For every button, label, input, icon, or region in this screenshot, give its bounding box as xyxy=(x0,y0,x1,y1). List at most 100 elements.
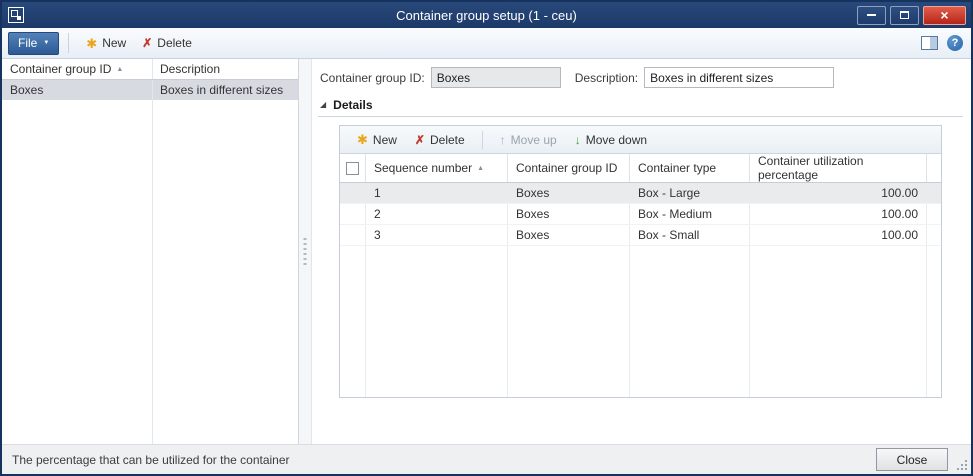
main-toolbar: File ▼ ✱ New ✗ Delete ? xyxy=(2,28,971,59)
left-grid-header: Container group ID ▲ Description xyxy=(2,59,298,80)
toolbar-separator xyxy=(68,33,69,53)
cell-description: Boxes in different sizes xyxy=(152,80,298,100)
cell-container-type: Box - Medium xyxy=(630,204,750,224)
cell-sequence: 2 xyxy=(366,204,508,224)
expander-icon: ◢ xyxy=(320,101,326,109)
toolbar-separator xyxy=(482,131,483,149)
select-all-cell xyxy=(340,154,366,182)
description-label: Description: xyxy=(575,71,638,85)
delete-button[interactable]: ✗ Delete xyxy=(134,32,200,55)
details-grid-header: Sequence number ▲ Container group ID Con… xyxy=(340,154,941,183)
details-new-label: New xyxy=(373,133,397,147)
cell-group-id: Boxes xyxy=(508,183,630,203)
cell-group-id: Boxes xyxy=(508,204,630,224)
new-icon: ✱ xyxy=(357,133,368,146)
select-all-checkbox[interactable] xyxy=(346,162,359,175)
move-down-icon: ↓ xyxy=(575,134,581,146)
cell-group-id: Boxes xyxy=(2,80,152,100)
delete-icon: ✗ xyxy=(415,134,425,146)
move-up-button[interactable]: ↑ Move up xyxy=(491,129,566,151)
minimize-button[interactable] xyxy=(857,6,886,25)
close-button[interactable]: Close xyxy=(876,448,948,471)
row-select-cell[interactable] xyxy=(340,183,366,203)
details-grid-empty-area xyxy=(340,246,941,397)
column-header-label: Container group ID xyxy=(516,161,617,175)
window: Container group setup (1 - ceu) × File ▼… xyxy=(0,0,973,476)
cell-utilization: 100.00 xyxy=(750,183,927,203)
left-grid-column-header-description[interactable]: Description xyxy=(152,59,298,79)
move-down-label: Move down xyxy=(586,133,647,147)
column-header-container-type[interactable]: Container type xyxy=(630,154,750,182)
move-up-label: Move up xyxy=(511,133,557,147)
cell-sequence: 1 xyxy=(366,183,508,203)
left-grid-row[interactable]: Boxes Boxes in different sizes xyxy=(2,80,298,100)
delete-icon: ✗ xyxy=(142,37,152,49)
close-window-button[interactable]: × xyxy=(923,6,966,25)
cell-container-type: Box - Large xyxy=(630,183,750,203)
new-button[interactable]: ✱ New xyxy=(78,32,134,55)
cell-container-type: Box - Small xyxy=(630,225,750,245)
toolbar-right-group: ? xyxy=(921,35,965,51)
row-select-cell[interactable] xyxy=(340,204,366,224)
status-text: The percentage that can be utilized for … xyxy=(12,453,290,467)
row-select-cell[interactable] xyxy=(340,225,366,245)
window-title: Container group setup (1 - ceu) xyxy=(2,8,971,23)
details-toolbar: ✱ New ✗ Delete ↑ Move up ↓ Move down xyxy=(340,126,941,154)
chevron-down-icon: ▼ xyxy=(43,40,49,46)
resize-grip-icon[interactable] xyxy=(965,468,967,470)
column-header-label: Container group ID xyxy=(10,62,111,76)
move-down-button[interactable]: ↓ Move down xyxy=(566,129,656,151)
file-menu-label: File xyxy=(18,36,37,50)
details-group-header[interactable]: ◢ Details xyxy=(318,97,963,117)
delete-button-label: Delete xyxy=(157,36,192,50)
table-row[interactable]: 1 Boxes Box - Large 100.00 xyxy=(340,183,941,204)
sort-ascending-icon: ▲ xyxy=(477,165,484,172)
details-grid: Sequence number ▲ Container group ID Con… xyxy=(340,154,941,397)
column-header-label: Sequence number xyxy=(374,161,472,175)
app-icon xyxy=(8,7,24,23)
left-grid-panel: Container group ID ▲ Description Boxes B… xyxy=(2,59,299,444)
minimize-icon xyxy=(867,14,876,16)
cell-spacer xyxy=(927,183,943,203)
panel-splitter[interactable] xyxy=(299,59,312,444)
table-row[interactable]: 2 Boxes Box - Medium 100.00 xyxy=(340,204,941,225)
column-header-sequence[interactable]: Sequence number ▲ xyxy=(366,154,508,182)
window-controls: × xyxy=(857,6,966,25)
details-new-button[interactable]: ✱ New xyxy=(348,129,406,151)
cell-utilization: 100.00 xyxy=(750,225,927,245)
details-group-title: Details xyxy=(333,98,372,112)
new-icon: ✱ xyxy=(86,37,97,50)
column-header-label: Container utilization percentage xyxy=(758,154,918,182)
column-header-spacer xyxy=(927,154,943,182)
details-group-body: ✱ New ✗ Delete ↑ Move up ↓ Move down xyxy=(339,125,942,398)
cell-spacer xyxy=(927,204,943,224)
move-up-icon: ↑ xyxy=(500,134,506,146)
column-header-group-id[interactable]: Container group ID xyxy=(508,154,630,182)
table-row[interactable]: 3 Boxes Box - Small 100.00 xyxy=(340,225,941,246)
layout-pane-icon[interactable] xyxy=(921,36,938,50)
titlebar[interactable]: Container group setup (1 - ceu) × xyxy=(2,2,971,28)
cell-spacer xyxy=(927,225,943,245)
main-area: Container group ID ▲ Description Boxes B… xyxy=(2,59,971,444)
details-delete-button[interactable]: ✗ Delete xyxy=(406,129,474,151)
container-group-id-label: Container group ID: xyxy=(320,71,425,85)
help-icon[interactable]: ? xyxy=(947,35,963,51)
maximize-button[interactable] xyxy=(890,6,919,25)
field-row: Container group ID: Description: xyxy=(320,67,963,88)
file-menu-button[interactable]: File ▼ xyxy=(8,32,59,55)
cell-utilization: 100.00 xyxy=(750,204,927,224)
splitter-grip-icon xyxy=(304,238,307,266)
column-header-label: Description xyxy=(160,62,220,76)
new-button-label: New xyxy=(102,36,126,50)
maximize-icon xyxy=(900,11,909,19)
cell-group-id: Boxes xyxy=(508,225,630,245)
column-header-utilization[interactable]: Container utilization percentage xyxy=(750,154,927,182)
sort-ascending-icon: ▲ xyxy=(116,66,123,73)
status-bar: The percentage that can be utilized for … xyxy=(2,444,971,474)
cell-sequence: 3 xyxy=(366,225,508,245)
detail-panel: Container group ID: Description: ◢ Detai… xyxy=(312,59,971,444)
description-input[interactable] xyxy=(644,67,834,88)
container-group-id-input[interactable] xyxy=(431,67,561,88)
column-header-label: Container type xyxy=(638,161,716,175)
left-grid-column-header-group-id[interactable]: Container group ID ▲ xyxy=(2,59,152,79)
